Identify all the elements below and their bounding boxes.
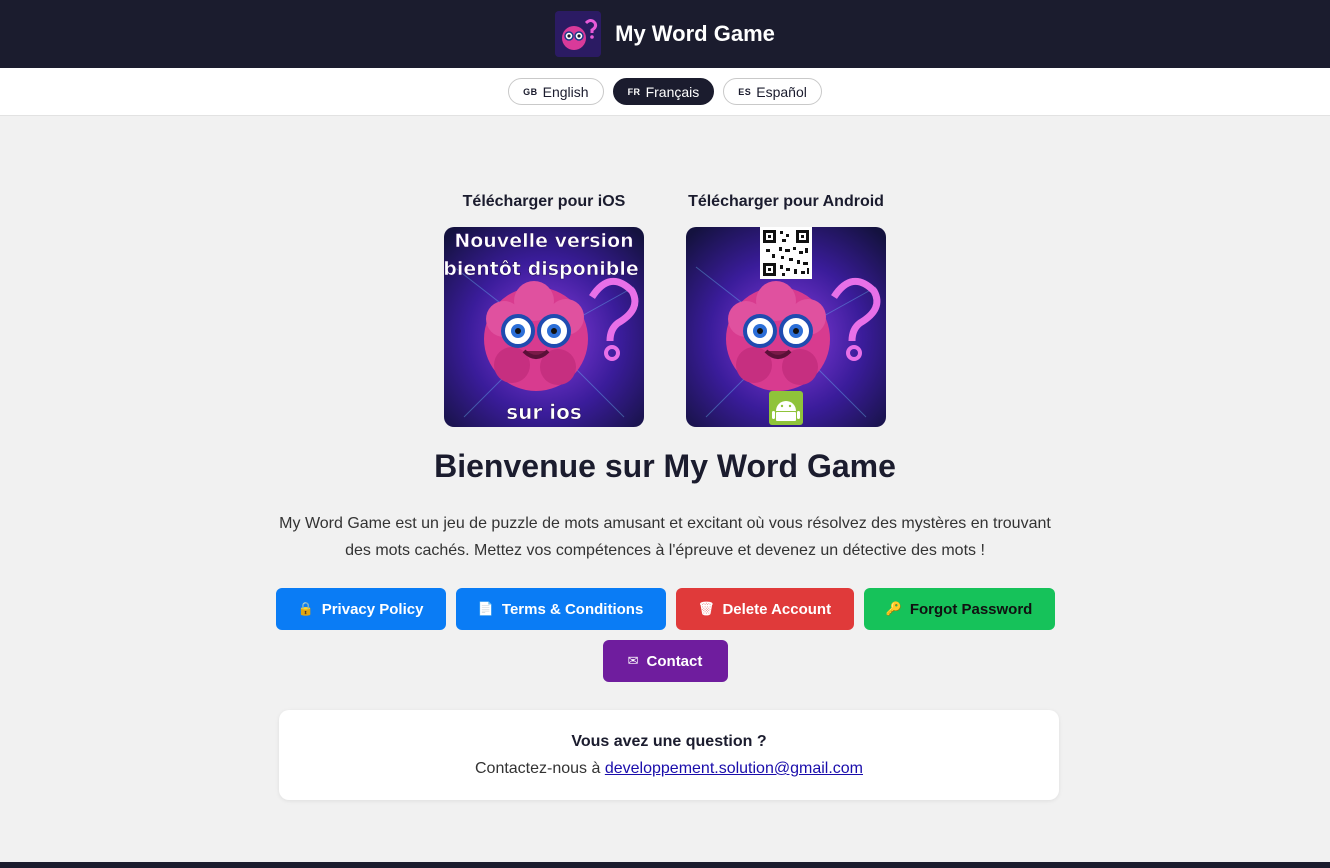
game-description: My Word Game est un jeu de puzzle de mot…: [279, 515, 1051, 559]
privacy-policy-button[interactable]: 🔒 Privacy Policy: [275, 588, 446, 630]
action-buttons-row: 🔒 Privacy Policy 📄 Terms & Conditions 🗑 …: [0, 588, 1330, 630]
language-french-button[interactable]: FR Français: [612, 78, 715, 105]
ios-overlay-top-line1: Nouvelle version: [454, 230, 633, 252]
contact-label: Contact: [646, 652, 703, 670]
brain-mascot-icon: [555, 11, 602, 57]
key-icon: 🔑: [885, 601, 902, 616]
question-title: Vous avez une question ?: [571, 733, 767, 750]
document-icon: 📄: [477, 601, 494, 616]
android-download-image[interactable]: [686, 227, 886, 427]
app-title: My Word Game: [615, 21, 775, 46]
ios-download[interactable]: Télécharger pour iOS Nouvelle version bi…: [444, 192, 644, 427]
delete-account-button[interactable]: 🗑 Delete Account: [675, 588, 854, 630]
android-download[interactable]: Télécharger pour Android: [686, 192, 886, 427]
privacy-policy-label: Privacy Policy: [321, 600, 424, 618]
contact-button[interactable]: ✉ Contact: [602, 640, 728, 682]
ios-download-label: Télécharger pour iOS: [462, 193, 626, 210]
page-title: Bienvenue sur My Word Game: [434, 448, 896, 484]
language-label: Español: [756, 83, 807, 100]
question-card: Vous avez une question ? Contactez-nous …: [279, 710, 1059, 800]
language-spanish-button[interactable]: ES Español: [723, 78, 822, 105]
qr-code-icon: [760, 227, 812, 279]
ios-overlay-bottom: sur ios: [506, 400, 581, 424]
forgot-password-label: Forgot Password: [909, 600, 1033, 618]
download-section: Télécharger pour iOS Nouvelle version bi…: [0, 192, 1330, 427]
footer-bar: [0, 862, 1330, 868]
envelope-icon: ✉: [627, 653, 639, 668]
language-code: ES: [738, 86, 752, 97]
language-label: Français: [645, 83, 700, 100]
contact-button-row: ✉ Contact: [0, 640, 1330, 682]
ios-overlay-top-line2: bientôt disponible: [444, 258, 639, 280]
language-code: GB: [523, 86, 538, 97]
trash-icon: 🗑: [697, 601, 715, 616]
language-switcher: GB English FR Français ES Español: [0, 68, 1330, 116]
language-english-button[interactable]: GB English: [508, 78, 604, 105]
language-label: English: [542, 83, 589, 100]
language-code: FR: [627, 86, 641, 97]
contact-line: Contactez-nous à developpement.solution@…: [279, 759, 1059, 779]
contact-prefix: Contactez-nous à: [474, 760, 601, 777]
forgot-password-button[interactable]: 🔑 Forgot Password: [863, 588, 1055, 630]
android-download-label: Télécharger pour Android: [688, 193, 884, 210]
android-icon: [769, 391, 803, 425]
delete-account-label: Delete Account: [722, 600, 832, 618]
terms-conditions-label: Terms & Conditions: [501, 600, 644, 618]
lock-icon: 🔒: [297, 601, 314, 616]
contact-email-link[interactable]: developpement.solution@gmail.com: [605, 760, 863, 777]
terms-conditions-button[interactable]: 📄 Terms & Conditions: [455, 588, 666, 630]
ios-download-image[interactable]: Nouvelle version bientôt disponible sur …: [444, 227, 644, 427]
top-header: My Word Game: [0, 0, 1330, 68]
